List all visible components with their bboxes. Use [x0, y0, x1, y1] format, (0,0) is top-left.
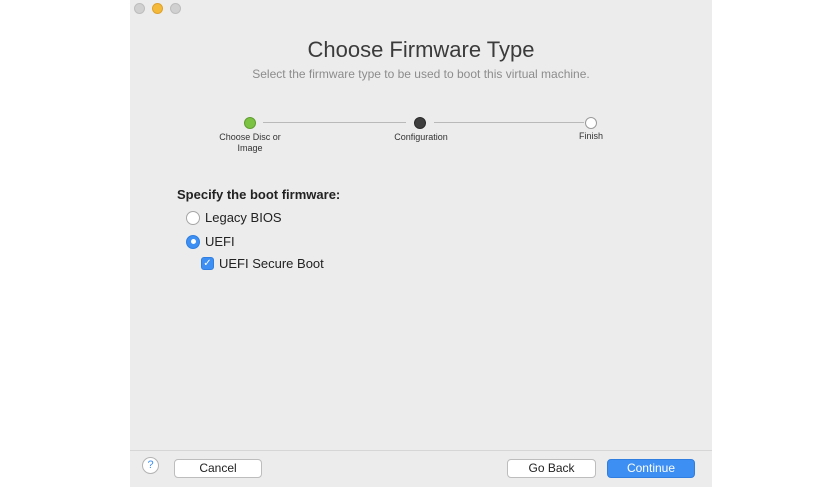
step-label-configuration: Configuration: [394, 132, 448, 142]
legacy-bios-option[interactable]: Legacy BIOS: [186, 210, 282, 225]
page-subtitle: Select the firmware type to be used to b…: [252, 67, 590, 81]
uefi-secure-boot-label: UEFI Secure Boot: [219, 256, 324, 271]
radio-selected-icon[interactable]: [186, 234, 200, 249]
step-connector: [263, 122, 406, 123]
help-button[interactable]: ?: [142, 457, 159, 474]
go-back-button[interactable]: Go Back: [507, 459, 596, 478]
step-label-choose-disc: Choose Disc or Image: [219, 132, 281, 153]
step-connector: [434, 122, 584, 123]
zoom-window-button[interactable]: [170, 3, 181, 14]
screen: Choose Firmware Type Select the firmware…: [0, 0, 840, 487]
cancel-button[interactable]: Cancel: [174, 459, 262, 478]
uefi-label: UEFI: [205, 234, 235, 249]
minimize-window-button[interactable]: [152, 3, 163, 14]
page-title: Choose Firmware Type: [307, 37, 535, 62]
step-current-icon: [414, 117, 426, 129]
uefi-secure-boot-option[interactable]: ✓ UEFI Secure Boot: [201, 256, 324, 271]
step-complete-icon: [244, 117, 256, 129]
window-controls: [134, 3, 181, 14]
step-pending-icon: [585, 117, 597, 129]
boot-firmware-label: Specify the boot firmware:: [177, 187, 341, 202]
continue-button[interactable]: Continue: [607, 459, 695, 478]
checkbox-checked-icon[interactable]: ✓: [201, 257, 214, 270]
legacy-bios-label: Legacy BIOS: [205, 210, 282, 225]
step-label-finish: Finish: [578, 131, 603, 141]
uefi-option[interactable]: UEFI: [186, 234, 235, 249]
radio-unselected-icon[interactable]: [186, 210, 200, 225]
close-window-button[interactable]: [134, 3, 145, 14]
